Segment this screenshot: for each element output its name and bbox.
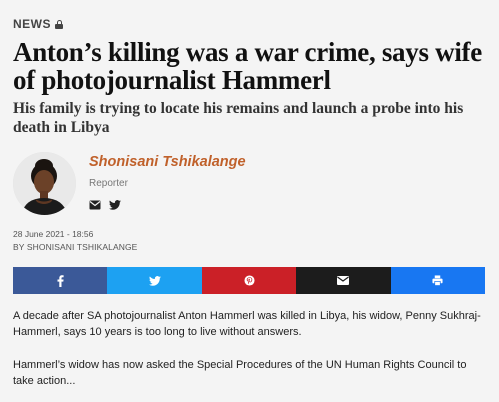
article-headline: Anton’s killing was a war crime, says wi… [13,37,482,95]
author-avatar[interactable] [13,152,76,215]
share-pinterest-button[interactable] [201,267,297,294]
share-email-button[interactable] [296,267,391,294]
print-icon [432,275,443,286]
section-tag[interactable]: NEWS [13,17,63,31]
article-page: NEWS Anton’s killing was a war crime, sa… [0,0,499,402]
twitter-icon[interactable] [109,197,121,210]
facebook-icon [57,274,64,287]
share-twitter-button[interactable] [107,267,202,294]
article-paragraph-1: A decade after SA photojournalist Anton … [13,310,481,338]
author-social-links [89,197,121,210]
author-role: Reporter [89,178,128,189]
share-bar [13,267,486,294]
lock-icon [55,19,63,29]
email-icon [337,276,350,285]
author-name[interactable]: Shonisani Tshikalange [89,154,246,170]
twitter-icon [148,275,161,286]
email-icon[interactable] [89,197,101,210]
byline: BY SHONISANI TSHIKALANGE [13,242,138,252]
article-paragraph-2: Hammerl’s widow has now asked the Specia… [13,359,467,387]
publish-date: 28 June 2021 - 18:56 [13,229,94,239]
pinterest-icon [243,275,255,286]
share-print-button[interactable] [390,267,486,294]
section-label: NEWS [13,17,51,31]
share-facebook-button[interactable] [13,267,108,294]
article-subheadline: His family is trying to locate his remai… [13,100,464,136]
